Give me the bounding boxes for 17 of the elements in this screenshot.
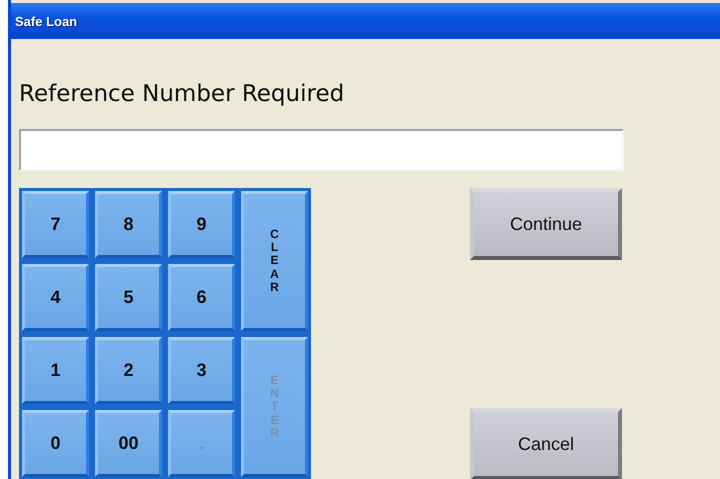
keypad-key[interactable]: 6 (168, 264, 235, 331)
keypad-key[interactable]: 2 (95, 337, 162, 404)
prompt-label: Reference Number Required (19, 80, 346, 109)
keypad-key[interactable]: 9 (168, 191, 235, 258)
keypad-tall-key[interactable]: CLEAR (241, 191, 308, 331)
keypad-key[interactable]: 7 (22, 191, 89, 258)
keypad-key[interactable]: 8 (95, 191, 162, 258)
input-field[interactable] (19, 129, 624, 171)
keypad-key[interactable]: 4 (22, 264, 89, 331)
keypad-key[interactable]: 0 (22, 410, 89, 477)
continue-button[interactable]: Continue (470, 188, 622, 260)
keypad-key[interactable]: 00 (95, 410, 162, 477)
window-title: Safe Loan (15, 14, 78, 28)
keypad-key[interactable]: 3 (168, 337, 235, 404)
cancel-button[interactable]: Cancel (470, 408, 622, 479)
keypad-key[interactable]: 5 (95, 264, 162, 331)
keypad-key[interactable]: 1 (22, 337, 89, 404)
